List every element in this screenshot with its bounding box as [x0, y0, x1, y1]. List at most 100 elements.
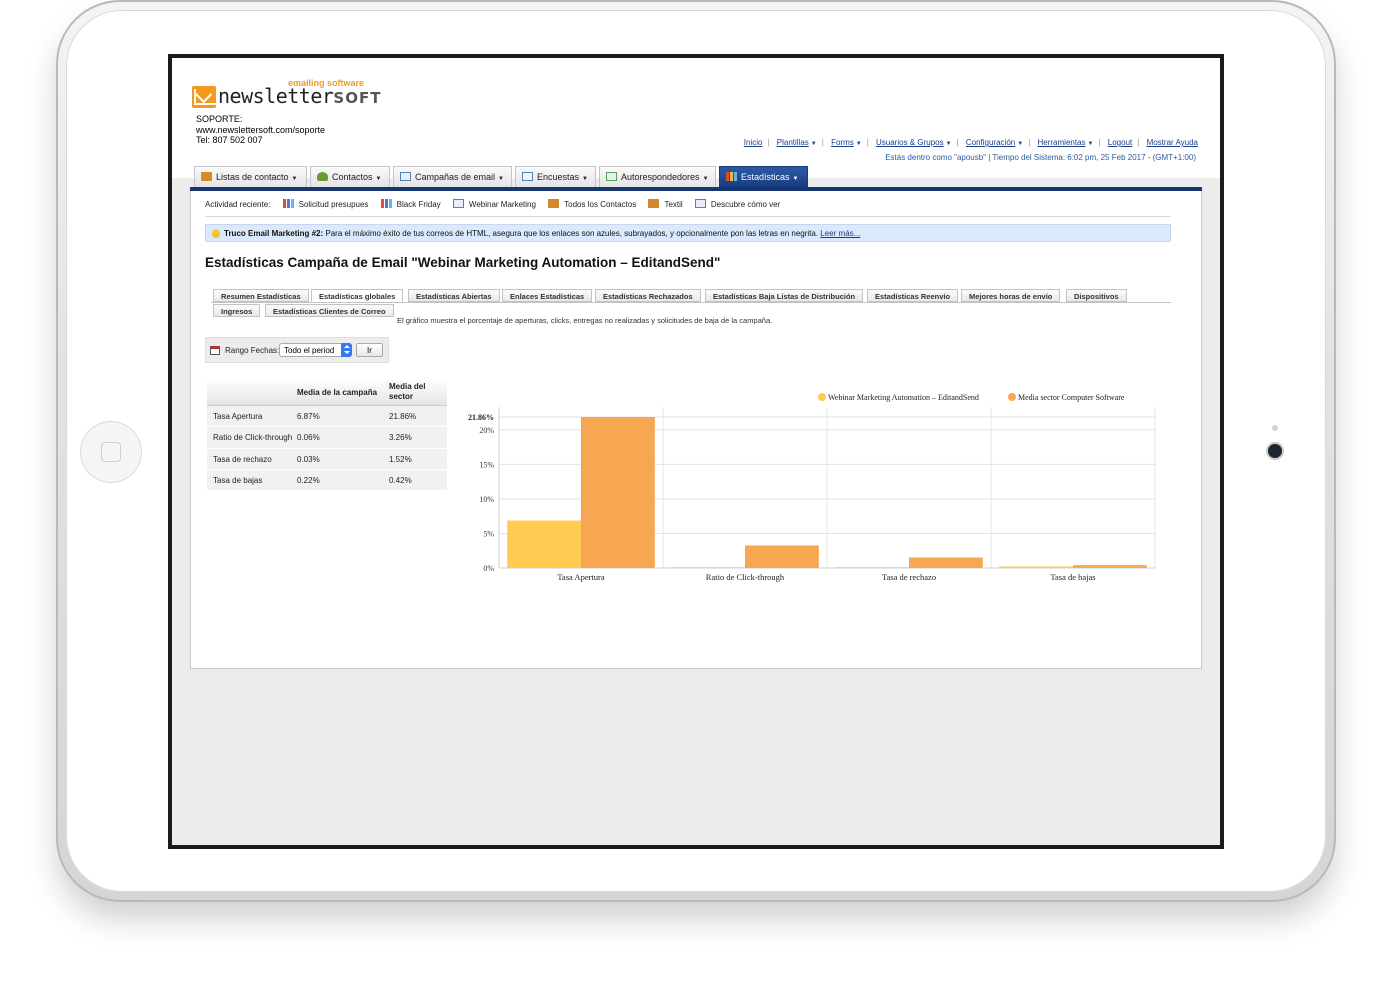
contact-list-icon: [648, 199, 660, 208]
chevron-down-icon: ▼: [1017, 141, 1024, 147]
chevron-down-icon: ▼: [498, 176, 504, 182]
link-forms[interactable]: Forms: [831, 138, 854, 147]
nav-campanas-email[interactable]: Campañas de email ▼: [393, 166, 512, 187]
calendar-icon: [210, 346, 220, 355]
nav-contactos[interactable]: Contactos ▼: [310, 166, 390, 187]
bar-campaign: [671, 567, 745, 568]
recent-activity: Actividad reciente: Solicitud presupues …: [205, 199, 780, 209]
tab-mejores-horas-envio[interactable]: Mejores horas de envío: [961, 289, 1061, 302]
legend-label: Webinar Marketing Automation – EditandSe…: [828, 393, 979, 402]
go-button[interactable]: Ir: [356, 343, 383, 357]
link-mostrar-ayuda[interactable]: Mostrar Ayuda: [1147, 138, 1198, 147]
tab-estadisticas-abiertas[interactable]: Estadísticas Abiertas: [408, 289, 500, 302]
table-cell: 0.42%: [389, 475, 412, 485]
table-row: Ratio de Click-through 0.06% 3.26%: [207, 427, 447, 449]
bar-chart: 0% 5% 10% 15% 20% 21.86% Tasa Apertura Ratio de…: [461, 391, 1161, 606]
y-tick-label: 10%: [479, 495, 494, 504]
recent-item-label: Descubre cómo ver: [710, 200, 781, 209]
tab-estadisticas-rechazados[interactable]: Estadísticas Rechazados: [595, 289, 701, 302]
link-plantillas[interactable]: Plantillas: [777, 138, 809, 147]
recent-item[interactable]: Webinar Marketing: [452, 199, 536, 209]
table-row: Tasa de rechazo 0.03% 1.52%: [207, 448, 447, 470]
chevron-down-icon: ▼: [792, 176, 799, 182]
tab-estadisticas-baja-listas[interactable]: Estadísticas Baja Listas de Distribución: [705, 289, 864, 302]
bar-sector: [745, 545, 819, 568]
email-icon: [694, 199, 706, 208]
recent-item[interactable]: Textil: [648, 199, 683, 209]
table-cell: Tasa de bajas: [213, 475, 263, 485]
link-logout[interactable]: Logout: [1108, 138, 1132, 147]
logo-name: newsletter: [218, 84, 334, 108]
nav-autorespondedores[interactable]: Autorespondedores ▼: [599, 166, 716, 187]
nav-label: Listas de contacto: [216, 172, 289, 182]
header-sector: Media del sector: [389, 382, 426, 401]
home-button[interactable]: [80, 421, 142, 483]
nav-listas-contacto[interactable]: Listas de contacto ▼: [194, 166, 307, 187]
date-range-label: Rango Fechas:: [225, 346, 280, 355]
tab-estadisticas-clientes-correo[interactable]: Estadísticas Clientes de Correo: [265, 304, 394, 317]
chevron-down-icon: ▼: [291, 176, 298, 182]
link-inicio[interactable]: Inicio: [744, 138, 763, 147]
link-herramientas[interactable]: Herramientas: [1038, 138, 1086, 147]
contact-list-icon: [548, 199, 560, 208]
recent-item[interactable]: Solicitud presupues: [282, 199, 368, 209]
legend-marker: [818, 393, 826, 401]
table-row: Tasa Apertura 6.87% 21.86%: [207, 406, 447, 428]
table-cell: Ratio de Click-through: [213, 433, 293, 443]
recent-item[interactable]: Descubre cómo ver: [694, 199, 781, 209]
chevron-down-icon: ▼: [945, 141, 952, 147]
tab-divider: [211, 302, 1171, 303]
bar-campaign: [835, 567, 909, 568]
tip-read-more-link[interactable]: Leer más...: [820, 229, 860, 238]
recent-item-label: Black Friday: [396, 200, 441, 209]
screen: emailing software newsletterSOFT SOPORTE…: [168, 54, 1224, 849]
logo-wordmark: newsletterSOFT: [218, 84, 381, 108]
link-configuracion[interactable]: Configuración: [966, 138, 1015, 147]
nav-encuestas[interactable]: Encuestas ▼: [515, 166, 596, 187]
x-tick-label: Tasa Apertura: [557, 572, 605, 582]
nav-label: Estadísticas: [741, 172, 790, 182]
recent-item[interactable]: Todos los Contactos: [548, 199, 636, 209]
table-cell: 6.87%: [297, 412, 320, 421]
date-range-value: Todo el period: [284, 346, 335, 355]
autoresponder-icon: [606, 172, 617, 181]
top-links: Inicio | Plantillas ▼ | Forms ▼ | Usuarios & …: [743, 138, 1198, 147]
y-max-label: 21.86%: [468, 413, 494, 422]
tab-estadisticas-globales[interactable]: Estadísticas globales: [311, 289, 404, 302]
light-sensor: [1272, 425, 1278, 431]
support-phone: Tel: 807 502 007: [196, 135, 263, 145]
page-title: Estadísticas Campaña de Email "Webinar M…: [205, 255, 721, 270]
bar-chart-icon: [282, 199, 294, 208]
email-icon: [452, 199, 464, 208]
app-window: emailing software newsletterSOFT SOPORTE…: [172, 58, 1220, 845]
tab-resumen-estadisticas[interactable]: Resumen Estadísticas: [213, 289, 309, 302]
tab-dispositivos[interactable]: Dispositivos: [1066, 289, 1127, 302]
bar-sector: [581, 417, 655, 568]
nav-label: Contactos: [332, 172, 373, 182]
support-label: SOPORTE:: [196, 114, 243, 124]
contact-list-icon: [201, 172, 212, 181]
bar-campaign: [999, 566, 1073, 568]
recent-item-label: Todos los Contactos: [564, 200, 637, 209]
date-range-select[interactable]: Todo el period: [279, 343, 352, 357]
nav-estadisticas[interactable]: Estadísticas ▼: [719, 166, 808, 189]
x-tick-label: Ratio de Click-through: [706, 572, 785, 582]
table-row: Tasa de bajas 0.22% 0.42%: [207, 469, 447, 492]
chevron-down-icon: ▼: [702, 176, 709, 182]
chevron-down-icon: ▼: [855, 141, 862, 147]
table-cell: 0.06%: [297, 433, 320, 443]
y-tick-label: 0%: [483, 564, 494, 573]
legend-marker: [1008, 393, 1016, 401]
envelope-icon: [192, 86, 218, 108]
table-cell: 0.22%: [297, 475, 320, 485]
table-cell: 21.86%: [389, 412, 417, 421]
tab-ingresos[interactable]: Ingresos: [213, 304, 261, 317]
tab-enlaces-estadisticas[interactable]: Enlaces Estadísticas: [502, 289, 593, 302]
tab-estadisticas-reenvio[interactable]: Estadísticas Reenvío: [867, 289, 959, 302]
y-tick-label: 20%: [479, 426, 494, 435]
nav-label: Campañas de email: [415, 172, 496, 182]
link-usuarios-grupos[interactable]: Usuarios & Grupos: [876, 138, 944, 147]
recent-item[interactable]: Black Friday: [380, 199, 441, 209]
recent-item-label: Textil: [664, 200, 683, 209]
nav-label: Autorespondedores: [621, 172, 700, 182]
